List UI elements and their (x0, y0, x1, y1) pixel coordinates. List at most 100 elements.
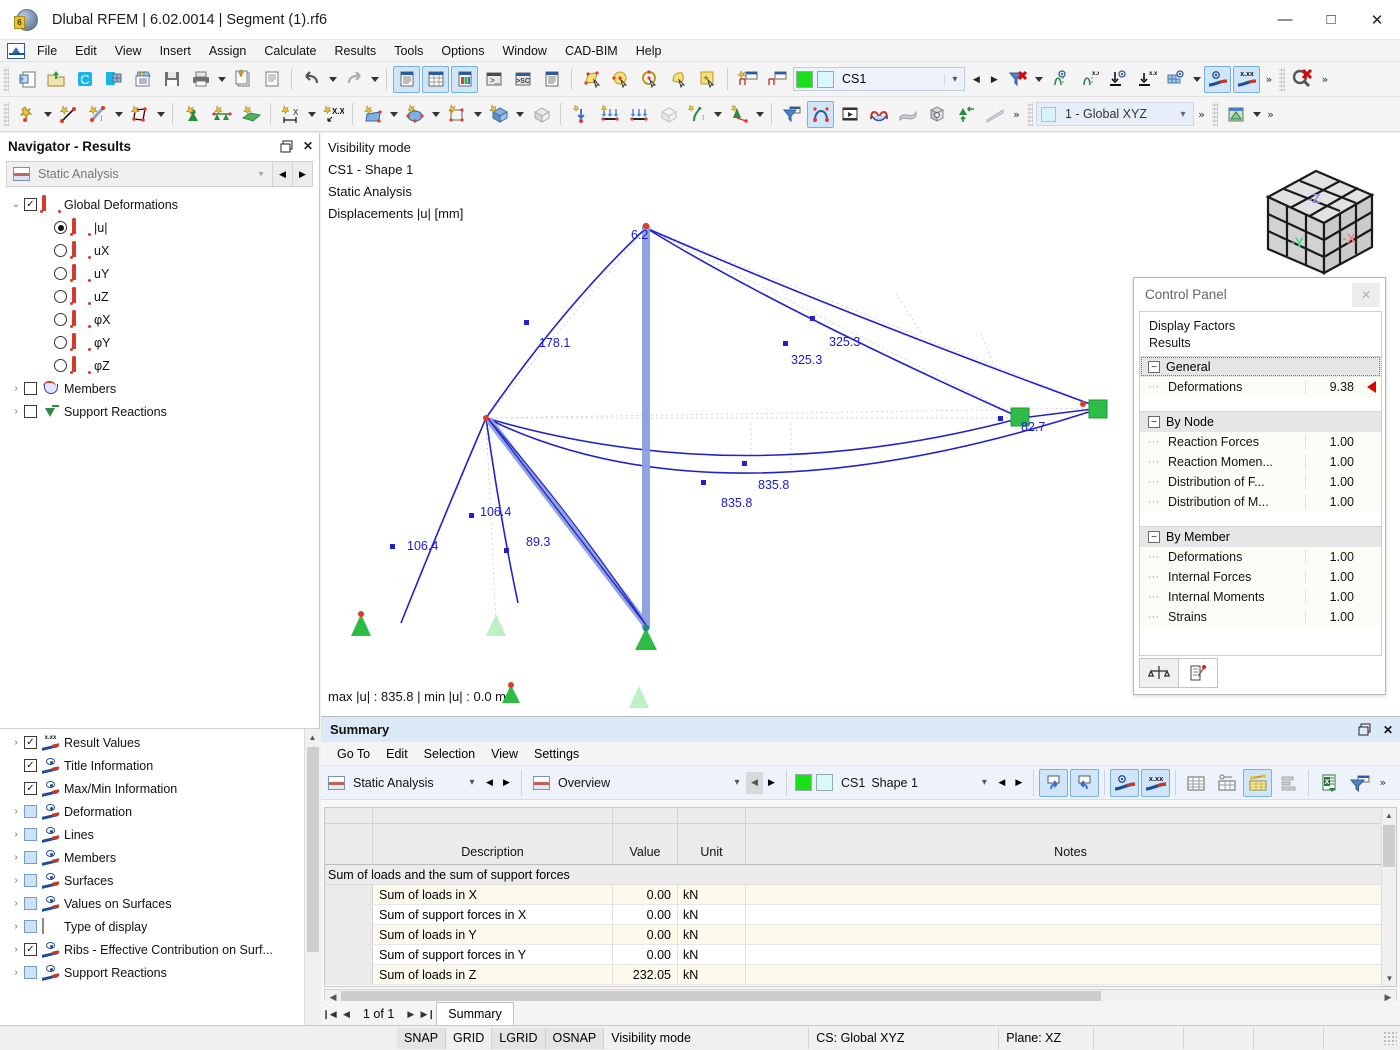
display-checkbox-2[interactable]: ✓ (24, 782, 37, 795)
toolbar-grip[interactable] (3, 67, 9, 91)
new-opening-button[interactable] (359, 101, 386, 128)
row-notes-cell[interactable] (746, 965, 1396, 984)
new-text-label-button[interactable]: X.X (319, 101, 346, 128)
new-solid-dropdown-caret[interactable] (429, 101, 442, 128)
new-line-button[interactable] (55, 101, 82, 128)
control-panel-group-header[interactable]: − By Node (1140, 411, 1381, 432)
summary-col-description[interactable]: Description (373, 824, 613, 864)
row-description-cell[interactable]: Sum of support forces in Y (373, 945, 613, 964)
control-panel-row[interactable]: ··· Deformations 1.00 (1140, 547, 1381, 567)
control-panel-row[interactable]: ··· Distribution of F... 1.00 (1140, 472, 1381, 492)
summary-highlight-button[interactable] (1243, 768, 1273, 797)
control-panel-row[interactable]: ··· Internal Forces 1.00 (1140, 567, 1381, 587)
zoom-reset-button[interactable] (1289, 66, 1316, 93)
summary-show-values-button[interactable]: x.xx (1141, 768, 1171, 797)
summary-scroll-up[interactable]: ▲ (1382, 808, 1396, 823)
new-volume-button[interactable] (485, 101, 512, 128)
display-tree-item[interactable]: › ✓ x.xx Result Values (0, 731, 303, 754)
toolbar-grip-4[interactable] (1027, 102, 1033, 126)
display-tree-item[interactable]: › Deformation (0, 800, 303, 823)
summary-analysis-dropdown-caret[interactable]: ▾ (463, 777, 481, 788)
summary-page-next[interactable]: ▶ (402, 1003, 419, 1025)
summary-case-dropdown-caret[interactable]: ▾ (975, 777, 993, 788)
summary-table-scrollbar[interactable]: ▲ ▼ (1381, 808, 1396, 986)
twisty-icon[interactable]: ⌄ (8, 199, 24, 210)
control-panel-row-value[interactable]: 1.00 (1305, 550, 1361, 564)
summary-close-button[interactable]: ✕ (1376, 719, 1400, 741)
summary-show-results-button[interactable] (1110, 768, 1140, 797)
radio-7[interactable] (54, 359, 67, 372)
summary-view-prev[interactable]: ◀ (746, 771, 763, 794)
navigator-dock-button[interactable] (275, 135, 297, 157)
navigator-scroll-up[interactable]: ▲ (305, 729, 320, 745)
control-panel-row-value[interactable]: 1.00 (1305, 590, 1361, 604)
new-support-set-dropdown-caret[interactable] (753, 101, 766, 128)
navigator-tree-item[interactable]: › Support Reactions (0, 400, 319, 423)
menu-calculate[interactable]: Calculate (255, 42, 325, 60)
toolbar-grip-2[interactable] (1279, 67, 1286, 91)
status-toggle-grid[interactable]: GRID (446, 1027, 493, 1049)
display-checkbox-1[interactable]: ✓ (24, 759, 37, 772)
select-add-button[interactable]: + (694, 66, 721, 93)
display-checkbox-10[interactable] (24, 966, 37, 979)
twisty-icon[interactable]: › (8, 406, 24, 417)
radio-3[interactable] (54, 267, 67, 280)
internal-forces-button[interactable] (865, 101, 892, 128)
load-case-next-button[interactable]: ▶ (985, 67, 1003, 91)
row-value-cell[interactable]: 0.00 (613, 905, 678, 924)
row-notes-cell[interactable] (746, 885, 1396, 904)
summary-table-row[interactable]: Sum of support forces in Y 0.00 kN (325, 945, 1396, 965)
summary-menu-selection[interactable]: Selection (416, 745, 483, 763)
row-notes-cell[interactable] (746, 925, 1396, 944)
display-tree-item[interactable]: › ✓ Ribs - Effective Contribution on Surf.… (0, 938, 303, 961)
display-checkbox-6[interactable] (24, 874, 37, 887)
coordinate-system-dropdown-caret[interactable]: ▾ (1173, 109, 1193, 120)
summary-view-next[interactable]: ▶ (763, 772, 780, 794)
summary-table-row[interactable]: Sum of support forces in X 0.00 kN (325, 905, 1396, 925)
toolbar-grip-3[interactable] (3, 102, 9, 126)
twisty-icon[interactable]: › (8, 944, 24, 955)
maximize-button[interactable]: □ (1308, 0, 1354, 40)
new-printout-button[interactable] (229, 66, 256, 93)
new-line-support-button[interactable] (208, 101, 235, 128)
display-checkbox-3[interactable] (24, 805, 37, 818)
menu-view[interactable]: View (106, 42, 151, 60)
model-cube-button[interactable] (100, 66, 127, 93)
new-surface-button[interactable] (126, 101, 153, 128)
menu-assign[interactable]: Assign (200, 42, 256, 60)
new-solid-button[interactable] (401, 101, 428, 128)
new-model-button[interactable] (13, 66, 40, 93)
new-node-button[interactable] (13, 101, 40, 128)
surface-deformation-button[interactable] (894, 101, 921, 128)
summary-table-grid-button[interactable] (1181, 769, 1210, 797)
summary-menu-edit[interactable]: Edit (378, 745, 416, 763)
display-tree-item[interactable]: ›✓ Title Information (0, 754, 303, 777)
row-unit-cell[interactable]: kN (678, 885, 746, 904)
summary-page-prev[interactable]: ◀ (338, 1003, 355, 1025)
summary-table-settings-button[interactable] (1212, 769, 1241, 797)
select-circle-button[interactable] (607, 66, 634, 93)
new-imperfection-button[interactable]: I (683, 101, 710, 128)
result-value-numbers-button[interactable]: x.xx (1075, 66, 1102, 93)
display-tree-item[interactable]: › Surfaces (0, 869, 303, 892)
toolbar-overflow-4[interactable]: » (1194, 101, 1209, 128)
summary-menu-goto[interactable]: Go To (329, 745, 378, 763)
summary-view-combo[interactable]: Overview ▾ ◀ ▶ (526, 769, 782, 796)
row-unit-cell[interactable]: kN (678, 965, 746, 984)
twisty-icon[interactable]: › (8, 852, 24, 863)
control-panel-tab-display-props[interactable] (1178, 658, 1218, 688)
section-view-button[interactable] (981, 101, 1008, 128)
summary-analysis-combo[interactable]: Static Analysis ▾ ◀ ▶ (321, 769, 517, 796)
new-surface-dropdown-caret[interactable] (154, 101, 167, 128)
control-panel-tab-scale-factors[interactable] (1139, 658, 1179, 688)
checkbox-9[interactable] (24, 405, 37, 418)
display-checkbox-5[interactable] (24, 851, 37, 864)
analysis-type-combo[interactable]: Static Analysis ▾ ◀ ▶ (6, 161, 313, 187)
navigator-tree-item[interactable]: › |u| (0, 216, 319, 239)
summary-table-row[interactable]: Sum of loads in Z 232.05 kN (325, 965, 1396, 985)
menu-edit[interactable]: Edit (66, 42, 106, 60)
control-panel-button[interactable] (451, 65, 478, 93)
summary-menu-settings[interactable]: Settings (526, 745, 587, 763)
row-value-cell[interactable]: 232.05 (613, 965, 678, 984)
save-button[interactable] (158, 66, 185, 93)
